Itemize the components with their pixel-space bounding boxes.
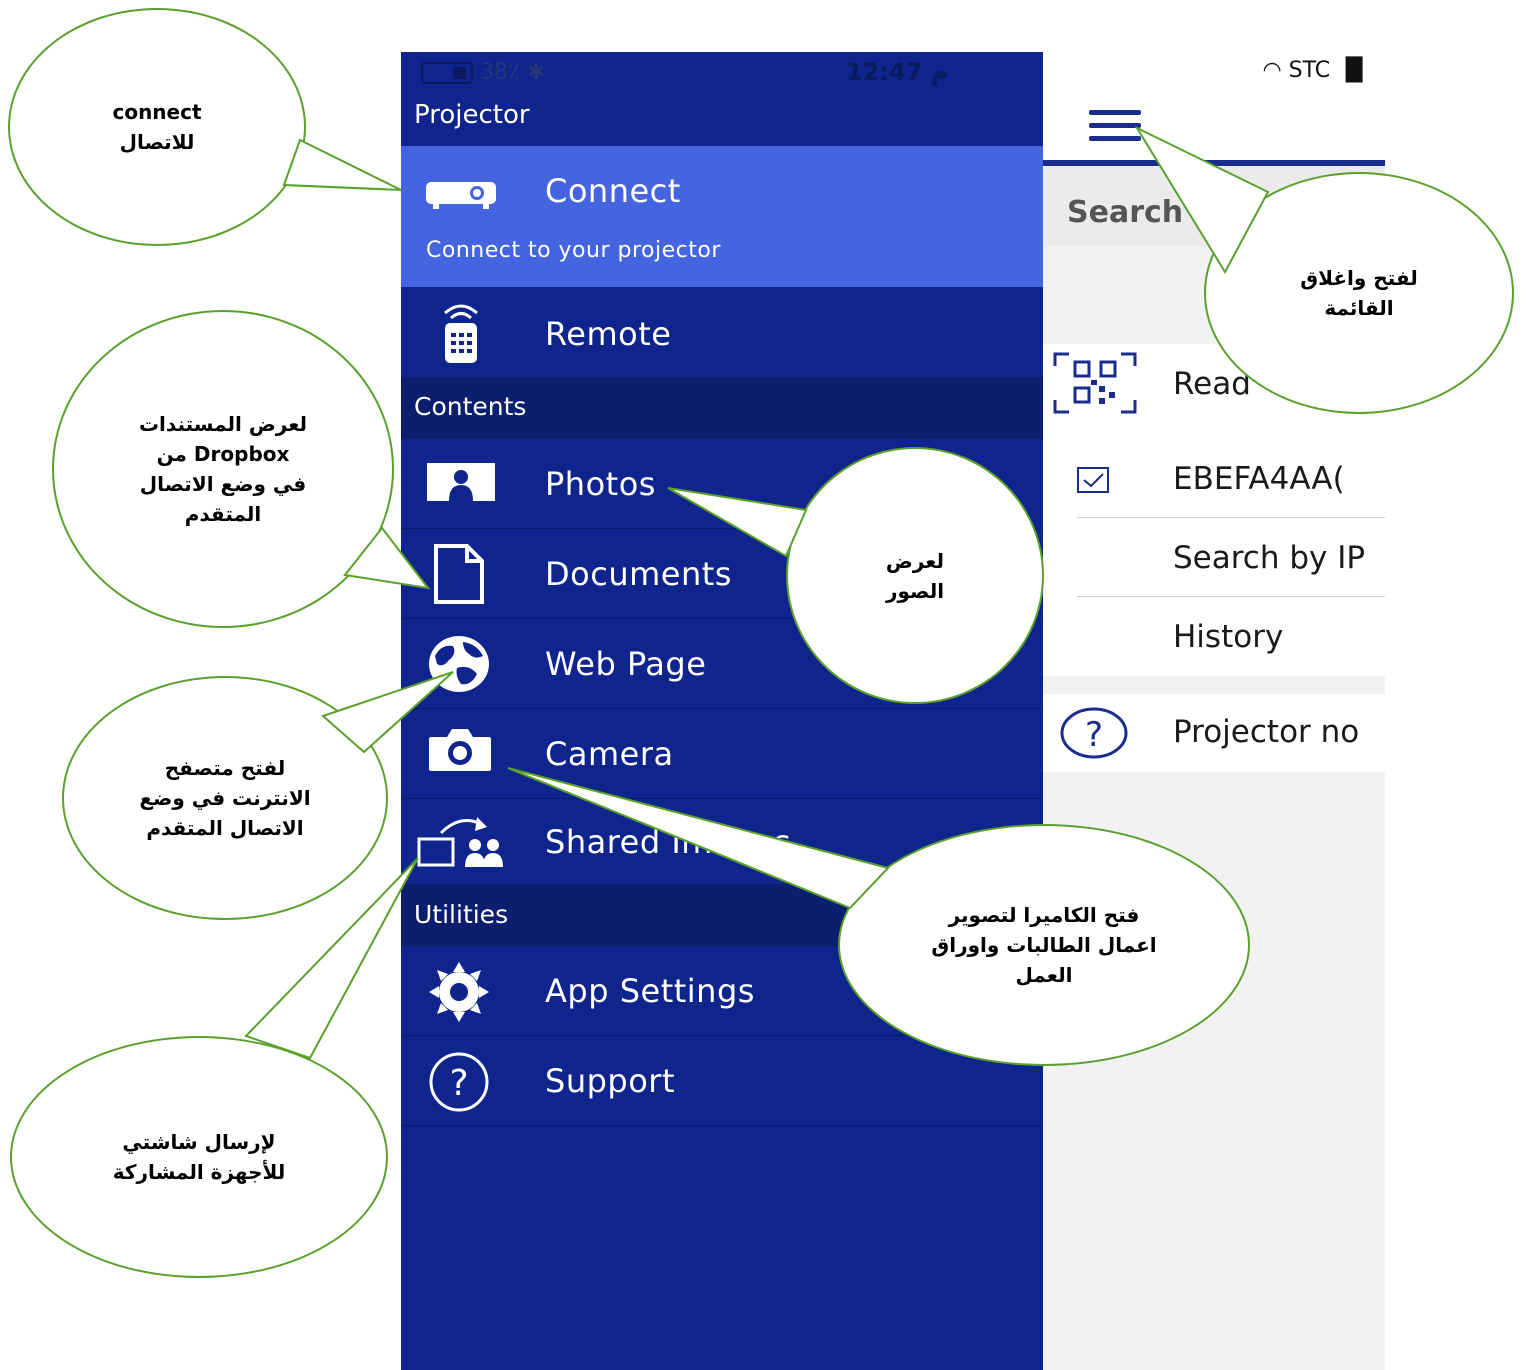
menu-item-connect[interactable]: Connect Connect to your projector [401, 146, 1043, 287]
remote-label: Remote [545, 315, 672, 353]
callout-webpage: لفتح متصفح الانترنت في وضع الاتصال المتق… [62, 676, 388, 920]
callout-connect: connect للاتصال [8, 8, 306, 246]
photos-label: Photos [545, 465, 656, 503]
projector-icon [425, 180, 497, 214]
battery-indicator: 38٪ ✱ [421, 60, 545, 85]
battery-percent: 38٪ [480, 60, 520, 85]
gear-icon [427, 960, 491, 1028]
divider [401, 1125, 1043, 1126]
web-page-label: Web Page [545, 645, 707, 683]
wifi-icon: ◠ [1262, 58, 1282, 83]
camera-label: Camera [545, 735, 674, 773]
signal-icon: ▐▌ [1337, 58, 1371, 83]
callout-menu: لفتح واغلاق القائمة [1204, 172, 1514, 414]
hamburger-menu-button[interactable] [1089, 110, 1141, 149]
hamburger-line [1089, 110, 1141, 115]
qr-read-label: Read [1173, 366, 1251, 402]
drawer-title: Projector [401, 92, 1043, 146]
callout-documents-text: لعرض المستندات من Dropbox في وضع الاتصال… [138, 412, 308, 526]
checkbox-icon[interactable] [1077, 467, 1109, 493]
status-bar: 38٪ ✱ 12:47 م [401, 52, 1043, 92]
documents-label: Documents [545, 555, 732, 593]
section-header-contents: Contents [401, 377, 1043, 439]
projector-list: EBEFA4AA( Search by IP History [1043, 439, 1385, 676]
callout-webpage-text: لفتح متصفح الانترنت في وضع الاتصال المتق… [139, 756, 311, 840]
projector-name: EBEFA4AA( [1173, 461, 1345, 497]
history-row[interactable]: History [1043, 597, 1385, 675]
callout-camera-text: فتح الكاميرا لتصوير اعمال الطالبات واورا… [931, 903, 1157, 987]
callout-shared-text: لإرسال شاشتي للأجهزة المشاركة [112, 1130, 286, 1184]
search-label: Search P [1067, 195, 1216, 230]
projector-row[interactable]: EBEFA4AA( [1043, 439, 1385, 517]
carrier-status: ◠ STC ▐▌ [1262, 58, 1371, 83]
battery-icon [421, 62, 473, 84]
svg-text:?: ? [1085, 715, 1103, 755]
callout-shared: لإرسال شاشتي للأجهزة المشاركة [10, 1036, 388, 1278]
remote-control-icon [439, 301, 483, 369]
globe-icon [427, 634, 491, 698]
hamburger-line [1089, 136, 1141, 141]
projector-not-found-label: Projector no [1173, 714, 1360, 750]
hamburger-line [1089, 123, 1141, 128]
camera-icon [427, 727, 493, 777]
connect-label: Connect [545, 172, 681, 210]
projector-not-found-row[interactable]: ? Projector no [1043, 694, 1385, 772]
history-label: History [1173, 619, 1284, 655]
help-icon: ? [1059, 706, 1129, 764]
navigation-drawer: 38٪ ✱ 12:47 م Projector Connect Connect … [401, 52, 1043, 1370]
search-by-ip-row[interactable]: Search by IP [1043, 518, 1385, 596]
menu-item-camera[interactable]: Camera [401, 709, 1043, 798]
svg-text:?: ? [449, 1063, 468, 1104]
callout-menu-text: لفتح واغلاق القائمة [1300, 266, 1418, 320]
callout-photos: لعرض الصور [786, 447, 1044, 704]
callout-connect-text: connect للاتصال [112, 100, 202, 154]
bluetooth-icon: ✱ [526, 60, 546, 85]
callout-camera: فتح الكاميرا لتصوير اعمال الطالبات واورا… [838, 824, 1250, 1066]
callout-documents: لعرض المستندات من Dropbox في وضع الاتصال… [52, 310, 394, 628]
shared-images-label: Shared Images [545, 823, 792, 861]
header-underline [1043, 160, 1385, 166]
search-by-ip-label: Search by IP [1173, 540, 1366, 576]
photo-icon [427, 463, 495, 505]
carrier-name: STC [1288, 58, 1331, 83]
connect-subtitle: Connect to your projector [426, 238, 721, 263]
qr-code-icon [1053, 352, 1137, 418]
document-icon [433, 543, 485, 609]
help-icon: ? [427, 1050, 491, 1118]
shared-screen-icon [417, 813, 507, 873]
menu-item-remote[interactable]: Remote [401, 287, 1043, 377]
support-label: Support [545, 1062, 675, 1100]
callout-photos-text: لعرض الصور [885, 548, 945, 603]
top-bar: ◠ STC ▐▌ [1043, 52, 1385, 162]
app-settings-label: App Settings [545, 972, 755, 1010]
clock: 12:47 م [846, 58, 949, 86]
